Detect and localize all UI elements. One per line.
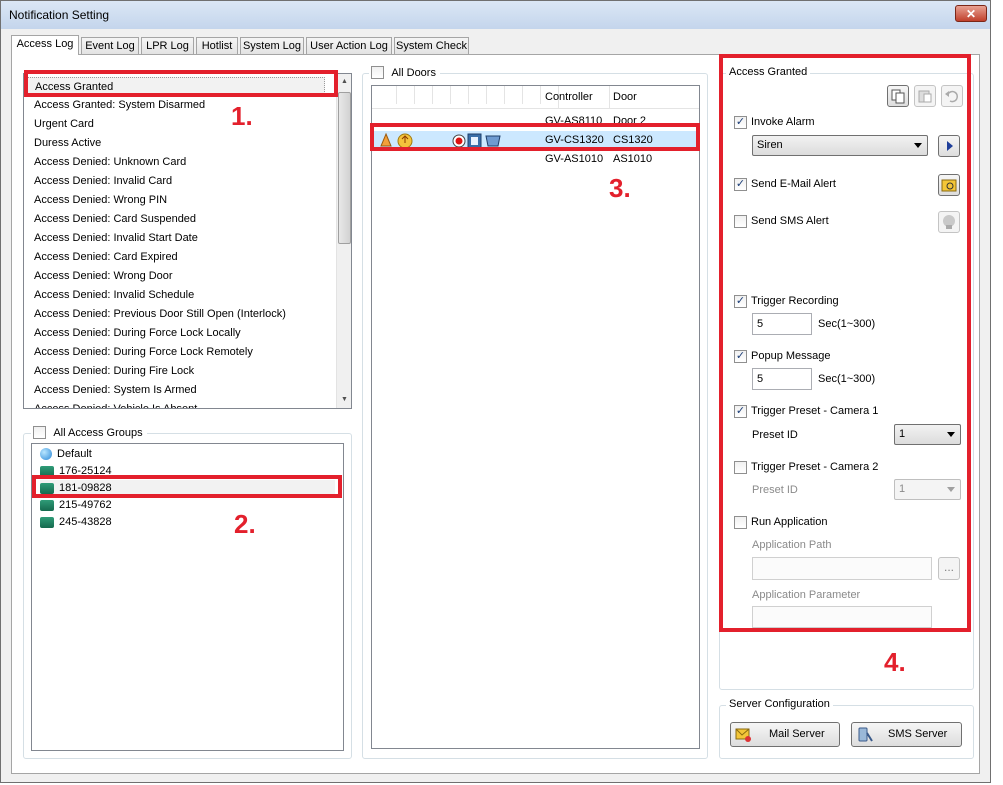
door-table-header: Controller Door <box>372 86 699 109</box>
annotation-label-3: 3. <box>609 173 631 203</box>
event-list-item[interactable]: Access Granted: System Disarmed <box>34 96 205 115</box>
group-icon <box>40 516 54 528</box>
access-group-item[interactable]: 215-49762 <box>40 497 112 514</box>
mail-server-icon <box>735 728 751 742</box>
door-controller-cell: GV-AS1010 <box>545 153 604 165</box>
window-title: Notification Setting <box>9 8 110 22</box>
notification-setting-window: Notification Setting ✕ Access Log Event … <box>0 0 991 783</box>
server-configuration-title: Server Configuration <box>726 698 833 710</box>
event-list-item[interactable]: Access Denied: Vehicle Is Absent <box>34 400 197 408</box>
event-list-item[interactable]: Access Denied: Card Suspended <box>34 210 196 229</box>
annotation-box-3 <box>370 123 700 151</box>
event-list-item[interactable]: Access Denied: Unknown Card <box>34 153 186 172</box>
event-list-item[interactable]: Access Denied: System Is Armed <box>34 381 197 400</box>
event-list-item[interactable]: Access Denied: Wrong Door <box>34 267 173 286</box>
access-group-item[interactable]: 245-43828 <box>40 514 112 531</box>
all-doors-label: All Doors <box>391 66 436 79</box>
tab-event-log[interactable]: Event Log <box>81 37 139 54</box>
annotation-label-1: 1. <box>231 101 253 131</box>
tab-lpr-log[interactable]: LPR Log <box>141 37 194 54</box>
title-bar: Notification Setting ✕ <box>1 1 990 29</box>
column-controller[interactable]: Controller <box>545 91 593 103</box>
annotation-label-2: 2. <box>234 509 256 539</box>
all-doors-checkbox[interactable] <box>371 66 384 80</box>
event-list-scrollbar[interactable]: ▲ ▼ <box>336 74 351 408</box>
mail-server-button[interactable]: Mail Server <box>730 722 840 747</box>
tab-access-log[interactable]: Access Log <box>11 35 79 55</box>
close-icon: ✕ <box>965 7 977 21</box>
scroll-thumb[interactable] <box>338 92 351 244</box>
scroll-up-icon[interactable]: ▲ <box>337 74 351 90</box>
close-button[interactable]: ✕ <box>955 5 987 22</box>
scroll-down-icon[interactable]: ▼ <box>337 392 351 408</box>
tab-user-action-log[interactable]: User Action Log <box>306 37 392 54</box>
column-door[interactable]: Door <box>613 91 637 103</box>
annotation-label-4: 4. <box>884 647 906 677</box>
door-table[interactable]: Controller Door GV-AS8110 Door 2 GV-CS1320… <box>371 85 700 749</box>
all-access-groups-label: All Access Groups <box>53 426 143 439</box>
event-list-item[interactable]: Duress Active <box>34 134 101 153</box>
door-row[interactable]: GV-AS1010 AS1010 <box>372 150 699 169</box>
event-list-item[interactable]: Access Denied: Card Expired <box>34 248 178 267</box>
annotation-box-4 <box>719 54 971 632</box>
event-list-item[interactable]: Access Denied: During Force Lock Locally <box>34 324 241 343</box>
globe-icon <box>40 448 52 461</box>
event-list-item[interactable]: Access Denied: During Fire Lock <box>34 362 194 381</box>
sms-server-icon <box>858 727 873 742</box>
door-name-cell: AS1010 <box>613 153 653 165</box>
event-list-item[interactable]: Access Denied: Invalid Schedule <box>34 286 194 305</box>
all-access-groups-header: All Access Groups <box>31 425 147 443</box>
event-list[interactable]: Access Granted Access Granted: System Dis… <box>23 73 352 409</box>
access-group-label: 215-49762 <box>59 499 112 511</box>
mail-server-label: Mail Server <box>769 728 825 740</box>
tab-system-check[interactable]: System Check <box>394 37 469 54</box>
tab-system-log[interactable]: System Log <box>240 37 304 54</box>
access-group-label: Default <box>57 448 92 460</box>
all-access-groups-checkbox[interactable] <box>33 426 46 440</box>
event-list-item[interactable]: Access Denied: Invalid Card <box>34 172 172 191</box>
access-group-label: 245-43828 <box>59 516 112 528</box>
tab-hotlist[interactable]: Hotlist <box>196 37 238 54</box>
sms-server-button[interactable]: SMS Server <box>851 722 962 747</box>
annotation-box-2 <box>32 475 342 498</box>
event-list-item[interactable]: Access Denied: Invalid Start Date <box>34 229 198 248</box>
all-doors-header: All Doors <box>369 65 440 83</box>
event-list-item[interactable]: Access Denied: During Force Lock Remotel… <box>34 343 253 362</box>
group-icon <box>40 499 54 511</box>
access-group-item[interactable]: Default <box>40 446 92 463</box>
event-list-item[interactable]: Urgent Card <box>34 115 94 134</box>
annotation-box-1 <box>24 70 338 97</box>
sms-server-label: SMS Server <box>888 728 948 740</box>
event-list-item[interactable]: Access Denied: Wrong PIN <box>34 191 167 210</box>
event-list-item[interactable]: Access Denied: Previous Door Still Open … <box>34 305 286 324</box>
